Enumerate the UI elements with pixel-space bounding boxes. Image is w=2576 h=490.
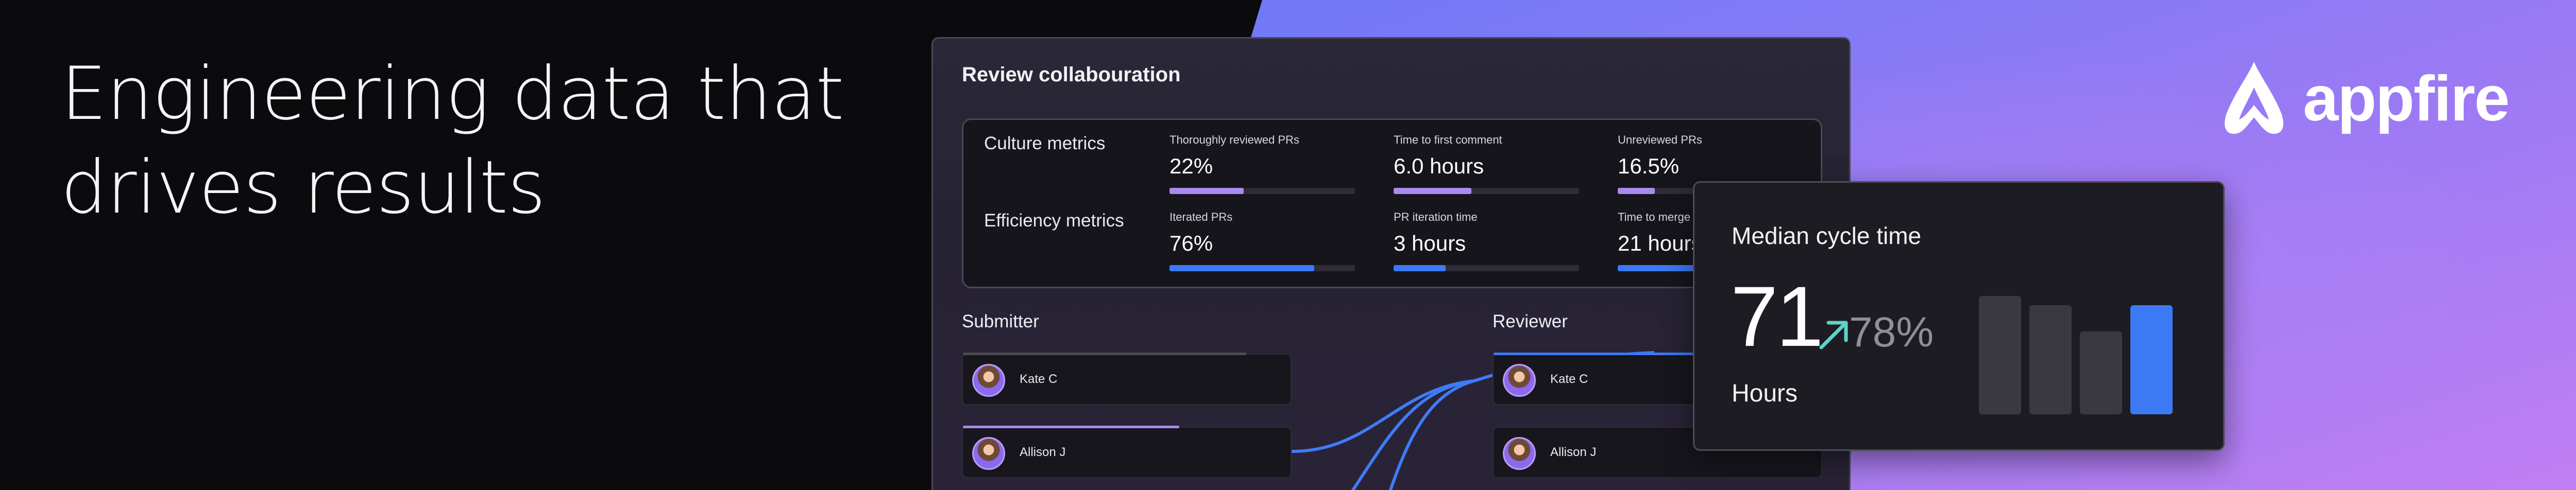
- cycle-bar-1: [1979, 296, 2021, 414]
- logo-text: appfire: [2303, 63, 2510, 134]
- person-name: Allison J: [1020, 445, 1066, 459]
- cycle-card-title: Median cycle time: [1732, 222, 1922, 249]
- avatar: [972, 437, 1005, 470]
- arrow-up-right-icon: [1819, 321, 1848, 349]
- cycle-unit: Hours: [1732, 380, 1798, 407]
- submitter-card-kate[interactable]: Kate C: [962, 353, 1292, 405]
- person-name: Kate C: [1550, 372, 1588, 386]
- cycle-bar-2: [2029, 305, 2072, 414]
- card-progress-line: [963, 353, 1246, 355]
- appfire-logo: appfire: [2215, 57, 2540, 139]
- cycle-time-value: 71: [1731, 269, 1824, 364]
- headline-line-1: Engineering data that: [61, 51, 844, 136]
- headline: Engineering data that drives results: [61, 47, 937, 235]
- card-progress-line: [963, 426, 1179, 428]
- submitter-card-allison[interactable]: Allison J: [962, 426, 1292, 478]
- appfire-logo-icon: [2225, 62, 2283, 134]
- person-name: Kate C: [1020, 372, 1058, 386]
- median-cycle-time-card: Median cycle time 71 78% Hours: [1693, 181, 2225, 451]
- cycle-bar-3: [2080, 331, 2122, 414]
- avatar: [972, 364, 1005, 397]
- avatar: [1503, 437, 1536, 470]
- cycle-change-percent: 78%: [1849, 309, 1934, 356]
- person-name: Allison J: [1550, 445, 1597, 459]
- banner: Engineering data that drives results Rev…: [0, 0, 2576, 490]
- cycle-bar-4: [2130, 305, 2173, 414]
- headline-line-2: drives results: [61, 145, 546, 230]
- avatar: [1503, 364, 1536, 397]
